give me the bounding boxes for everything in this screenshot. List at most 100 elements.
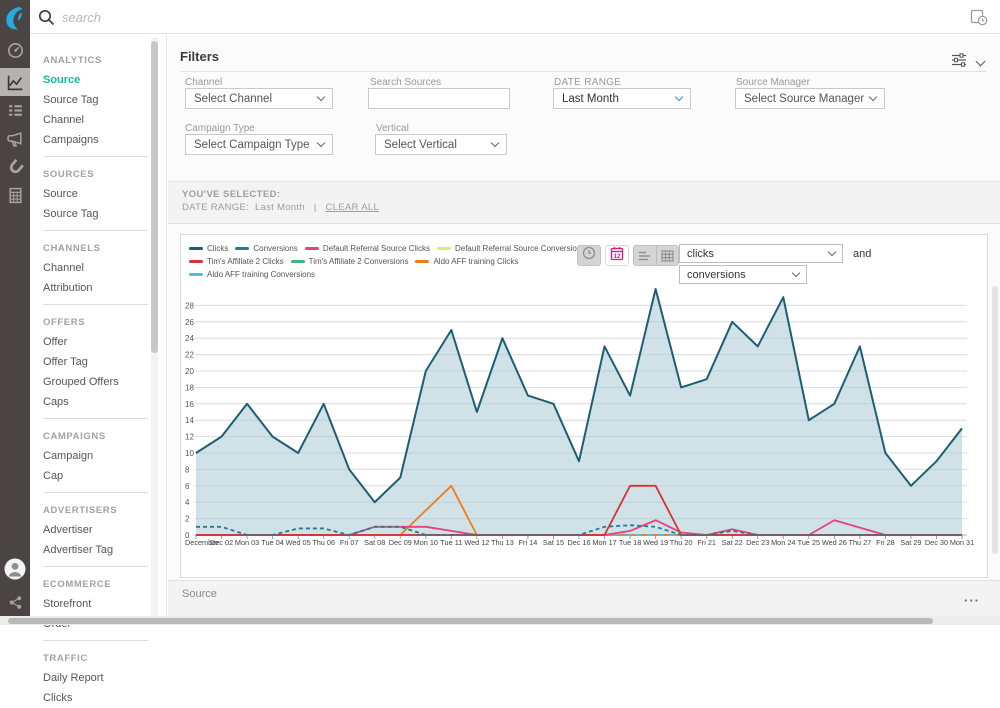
- sidebar-item-daily-report[interactable]: Daily Report: [43, 668, 148, 688]
- rail-item-reports[interactable]: [0, 96, 30, 124]
- svg-text:26: 26: [185, 318, 194, 327]
- sidebar-item-storefront[interactable]: Storefront: [43, 594, 148, 614]
- svg-text:Mon 17: Mon 17: [592, 538, 616, 547]
- sidebar-item-source[interactable]: Source: [43, 184, 148, 204]
- svg-text:Sat 29: Sat 29: [900, 538, 921, 547]
- chevron-down-icon: [675, 93, 683, 101]
- sidebar-item-offer[interactable]: Offer: [43, 332, 148, 352]
- legend-item-clicks[interactable]: Clicks: [189, 244, 228, 253]
- date-range-select[interactable]: Last Month: [553, 88, 691, 109]
- list-view-icon[interactable]: [634, 246, 656, 265]
- metric-primary-select[interactable]: clicks: [679, 244, 843, 263]
- sidebar-item-clicks[interactable]: Clicks: [43, 688, 148, 708]
- svg-text:12: 12: [185, 433, 194, 442]
- svg-text:Fri 21: Fri 21: [697, 538, 716, 547]
- icon-rail: [0, 0, 30, 625]
- legend-item-aldo-aff-training-clicks[interactable]: Aldo AFF training Clicks: [415, 257, 518, 266]
- legend-item-default-referral-source-conversions[interactable]: Default Referral Source Conversions: [437, 244, 585, 253]
- sidebar-scrollbar-thumb[interactable]: [151, 41, 158, 353]
- horizontal-scrollbar[interactable]: [0, 616, 1000, 625]
- analytics-chart-icon: [7, 74, 24, 91]
- sidebar-item-channel[interactable]: Channel: [30, 110, 166, 130]
- vertical-scrollbar[interactable]: [992, 286, 998, 554]
- calculator-icon: [7, 187, 24, 204]
- legend-item-tim-s-affiliate-2-clicks[interactable]: Tim's Affiliate 2 Clicks: [189, 257, 284, 266]
- legend-swatch: [437, 247, 451, 250]
- channel-label: Channel: [185, 77, 222, 88]
- sidebar-item-source-tag[interactable]: Source Tag: [30, 90, 166, 110]
- sidebar-item-caps[interactable]: Caps: [43, 392, 148, 412]
- legend-label: Tim's Affiliate 2 Clicks: [207, 257, 284, 266]
- sidebar-item-cap[interactable]: Cap: [43, 466, 148, 486]
- grid-view-icon[interactable]: [656, 246, 679, 265]
- legend-item-conversions[interactable]: Conversions: [235, 244, 297, 253]
- chevron-down-icon: [317, 139, 325, 147]
- clear-all-link[interactable]: CLEAR ALL: [326, 202, 379, 213]
- legend-item-aldo-aff-training-conversions[interactable]: Aldo AFF training Conversions: [189, 270, 315, 279]
- chevron-down-icon: [828, 248, 836, 256]
- sidebar-item-source-tag[interactable]: Source Tag: [43, 204, 148, 224]
- svg-text:8: 8: [185, 465, 190, 474]
- recent-activity-icon[interactable]: [970, 8, 988, 31]
- search-sources-input[interactable]: [368, 88, 510, 109]
- svg-text:Fri 14: Fri 14: [519, 538, 538, 547]
- sidebar-item-campaign[interactable]: Campaign: [43, 446, 148, 466]
- svg-text:Dec 30: Dec 30: [925, 538, 948, 547]
- sidebar-item-grouped-offers[interactable]: Grouped Offers: [43, 372, 148, 392]
- vertical-label: Vertical: [376, 123, 409, 134]
- legend-label: Aldo AFF training Conversions: [207, 270, 315, 279]
- app-logo[interactable]: [0, 3, 30, 33]
- rail-item-attribution[interactable]: [0, 153, 30, 181]
- sidebar-item-channel[interactable]: Channel: [43, 258, 148, 278]
- chevron-down-icon: [869, 93, 877, 101]
- sidebar-item-source[interactable]: Source: [30, 70, 166, 90]
- calendar-12-icon: 12: [610, 246, 624, 266]
- legend-item-tim-s-affiliate-2-conversions[interactable]: Tim's Affiliate 2 Conversions: [291, 257, 409, 266]
- vertical-select[interactable]: Select Vertical: [375, 134, 507, 155]
- selected-date-range-label: DATE RANGE:: [182, 202, 249, 213]
- rail-item-dashboard[interactable]: [0, 36, 30, 64]
- collapse-filters-chevron-icon[interactable]: [976, 56, 986, 66]
- svg-text:Wed 05: Wed 05: [286, 538, 311, 547]
- chart-section: Clicks Conversions Default Referral Source…: [168, 224, 1000, 580]
- date-range-label: DATE RANGE: [554, 77, 621, 88]
- svg-text:Thu 06: Thu 06: [312, 538, 335, 547]
- sidebar-item-campaigns[interactable]: Campaigns: [30, 130, 166, 150]
- rail-item-analytics[interactable]: [0, 68, 30, 96]
- rail-item-profile[interactable]: [0, 556, 30, 582]
- legend-item-default-referral-source-clicks[interactable]: Default Referral Source Clicks: [305, 244, 430, 253]
- logo-icon: [4, 6, 26, 30]
- horizontal-scrollbar-thumb[interactable]: [8, 618, 933, 624]
- svg-text:Wed 26: Wed 26: [822, 538, 847, 547]
- search-input[interactable]: [60, 5, 660, 29]
- svg-text:Sat 15: Sat 15: [543, 538, 564, 547]
- sidebar-item-attribution[interactable]: Attribution: [43, 278, 148, 298]
- svg-text:6: 6: [185, 482, 190, 491]
- rail-item-share[interactable]: [0, 588, 30, 616]
- more-menu-button[interactable]: ···: [964, 597, 980, 605]
- rail-item-announcements[interactable]: [0, 125, 30, 153]
- clock-view-button[interactable]: [577, 245, 601, 266]
- sidebar-scrollbar[interactable]: [151, 37, 158, 619]
- svg-text:Thu 20: Thu 20: [670, 538, 693, 547]
- report-list-icon: [7, 102, 24, 119]
- sidebar-item-advertiser-tag[interactable]: Advertiser Tag: [43, 540, 148, 560]
- channel-select[interactable]: Select Channel: [185, 88, 333, 109]
- sidebar-item-advertiser[interactable]: Advertiser: [43, 520, 148, 540]
- sidebar-item-offer-tag[interactable]: Offer Tag: [43, 352, 148, 372]
- legend-swatch: [189, 260, 203, 263]
- legend-label: Default Referral Source Clicks: [323, 244, 430, 253]
- chart-card: Clicks Conversions Default Referral Source…: [180, 234, 988, 578]
- source-manager-select[interactable]: Select Source Manager: [735, 88, 885, 109]
- svg-text:Dec 23: Dec 23: [746, 538, 769, 547]
- sidebar-nav: ANALYTICSSourceSource TagChannelCampaign…: [30, 43, 166, 708]
- filter-settings-icon[interactable]: [951, 53, 967, 72]
- campaign-type-select[interactable]: Select Campaign Type: [185, 134, 333, 155]
- metric-secondary-select[interactable]: conversions: [679, 265, 807, 284]
- daily-view-button[interactable]: 12: [605, 245, 629, 266]
- and-label: and: [853, 248, 871, 260]
- source-manager-label: Source Manager: [736, 77, 810, 88]
- sidebar-section-channels: CHANNELS: [43, 237, 148, 258]
- rail-item-calculator[interactable]: [0, 181, 30, 209]
- legend-swatch: [305, 247, 319, 250]
